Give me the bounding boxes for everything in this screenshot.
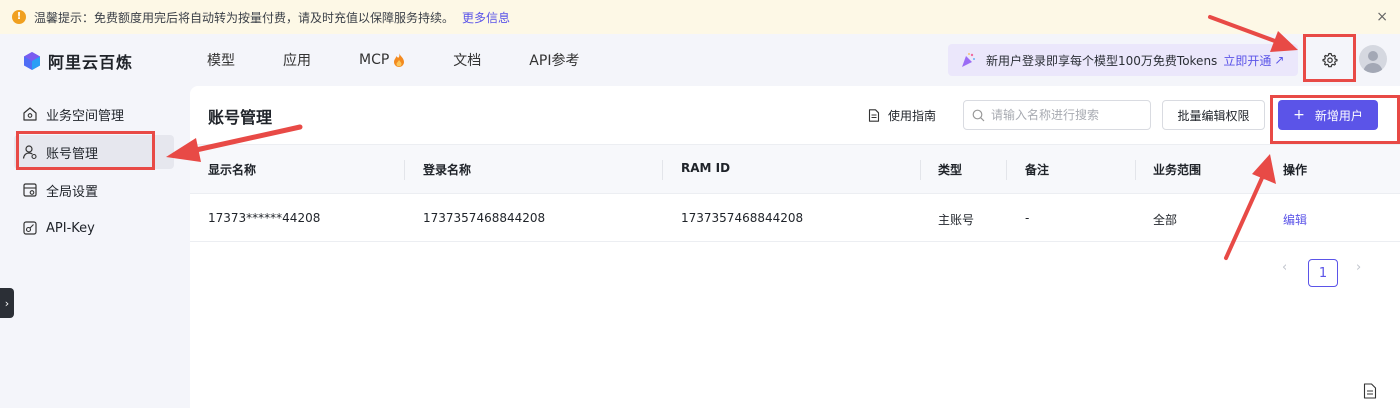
sidebar-item-label: 业务空间管理 (46, 108, 125, 124)
user-guide-link[interactable]: 使用指南 (868, 107, 936, 124)
sidebar-item-global-settings[interactable]: 全局设置 (14, 173, 174, 207)
promo-text: 新用户登录即享每个模型100万免费Tokens (986, 53, 1218, 68)
prev-page-button[interactable]: ‹ (1282, 260, 1287, 275)
key-icon (23, 221, 37, 235)
column-header-actions: 操作 (1283, 163, 1308, 177)
column-divider[interactable] (1135, 160, 1136, 180)
tab-docs[interactable]: 文档 (453, 50, 481, 70)
column-header-type: 类型 (938, 163, 963, 177)
column-divider[interactable] (662, 160, 663, 180)
sidebar-item-label: 全局设置 (46, 184, 99, 200)
cell-display-name: 17373******44208 (208, 211, 321, 225)
column-divider[interactable] (1264, 160, 1265, 180)
cell-ram-id: 1737357468844208 (681, 211, 804, 225)
batch-edit-permissions-button[interactable]: 批量编辑权限 (1162, 100, 1265, 130)
cell-type: 主账号 (938, 213, 975, 227)
column-header-display-name: 显示名称 (208, 163, 257, 177)
column-header-ram-id: RAM ID (681, 161, 731, 175)
tab-mcp-label: MCP (359, 52, 390, 68)
fire-icon (394, 53, 405, 67)
user-guide-label: 使用指南 (888, 109, 937, 123)
document-icon (868, 109, 880, 122)
logo[interactable]: 阿里云百炼 (22, 49, 133, 73)
highlight-box-settings (1303, 34, 1356, 82)
table-header: 显示名称 登录名称 RAM ID 类型 备注 业务范围 操作 (190, 144, 1400, 194)
column-divider[interactable] (920, 160, 921, 180)
column-divider[interactable] (1006, 160, 1007, 180)
search-input[interactable] (991, 108, 1141, 122)
sidebar-item-workspace[interactable]: 业务空间管理 (14, 97, 174, 131)
main-panel: 账号管理 使用指南 批量编辑权限 + 新增用户 显示名称 登录名称 RAM ID… (190, 86, 1400, 408)
promo-link[interactable]: 立即开通 (1223, 52, 1271, 69)
logo-icon (24, 52, 40, 70)
sidebar-expand-handle[interactable]: › (0, 288, 14, 318)
column-divider[interactable] (404, 160, 405, 180)
logo-text: 阿里云百炼 (48, 53, 134, 72)
tab-apps[interactable]: 应用 (283, 50, 311, 70)
page-number-1[interactable]: 1 (1308, 259, 1338, 287)
cell-remark: - (1025, 211, 1030, 225)
search-icon (972, 109, 985, 121)
user-avatar-icon (1363, 51, 1383, 73)
tab-models[interactable]: 模型 (207, 50, 235, 70)
workspace-icon (23, 107, 37, 121)
avatar[interactable] (1359, 45, 1387, 73)
tab-mcp[interactable]: MCP (359, 50, 405, 70)
warning-icon: ! (12, 10, 26, 24)
column-header-login-name: 登录名称 (423, 163, 472, 177)
page-title: 账号管理 (208, 108, 273, 127)
top-nav: 阿里云百炼 模型 应用 MCP 文档 API参考 新用户登录即享每个模型100万… (0, 34, 1400, 86)
cell-login-name: 1737357468844208 (423, 211, 546, 225)
notice-text: 温馨提示：免费额度用完后将自动转为按量付费，请及时充值以保障服务持续。 (34, 10, 455, 25)
promo-banner[interactable]: 新用户登录即享每个模型100万免费Tokens 立即开通 ↗ (948, 44, 1298, 76)
party-popper-icon (962, 53, 975, 67)
tab-api-reference[interactable]: API参考 (529, 50, 579, 70)
highlight-box-accounts (16, 131, 155, 170)
external-link-icon: ↗ (1274, 53, 1285, 67)
search-box[interactable] (963, 100, 1151, 130)
sidebar-item-api-key[interactable]: API-Key (14, 211, 174, 245)
cell-scope: 全部 (1153, 213, 1178, 227)
sidebar-item-label: API-Key (46, 220, 95, 236)
floating-doc-icon[interactable] (1363, 383, 1377, 399)
column-header-scope: 业务范围 (1153, 163, 1202, 177)
next-page-button[interactable]: › (1356, 260, 1361, 275)
more-info-link[interactable]: 更多信息 (462, 9, 510, 26)
notice-bar: ! 温馨提示：免费额度用完后将自动转为按量付费，请及时充值以保障服务持续。 更多… (0, 0, 1400, 34)
column-header-remark: 备注 (1025, 163, 1050, 177)
highlight-box-add-user (1270, 95, 1400, 144)
edit-link[interactable]: 编辑 (1283, 211, 1307, 228)
table-row: 17373******44208 1737357468844208 173735… (190, 194, 1400, 242)
close-icon[interactable]: × (1376, 9, 1388, 25)
settings-icon (23, 183, 37, 197)
main-tabs: 模型 应用 MCP 文档 API参考 (207, 50, 627, 70)
